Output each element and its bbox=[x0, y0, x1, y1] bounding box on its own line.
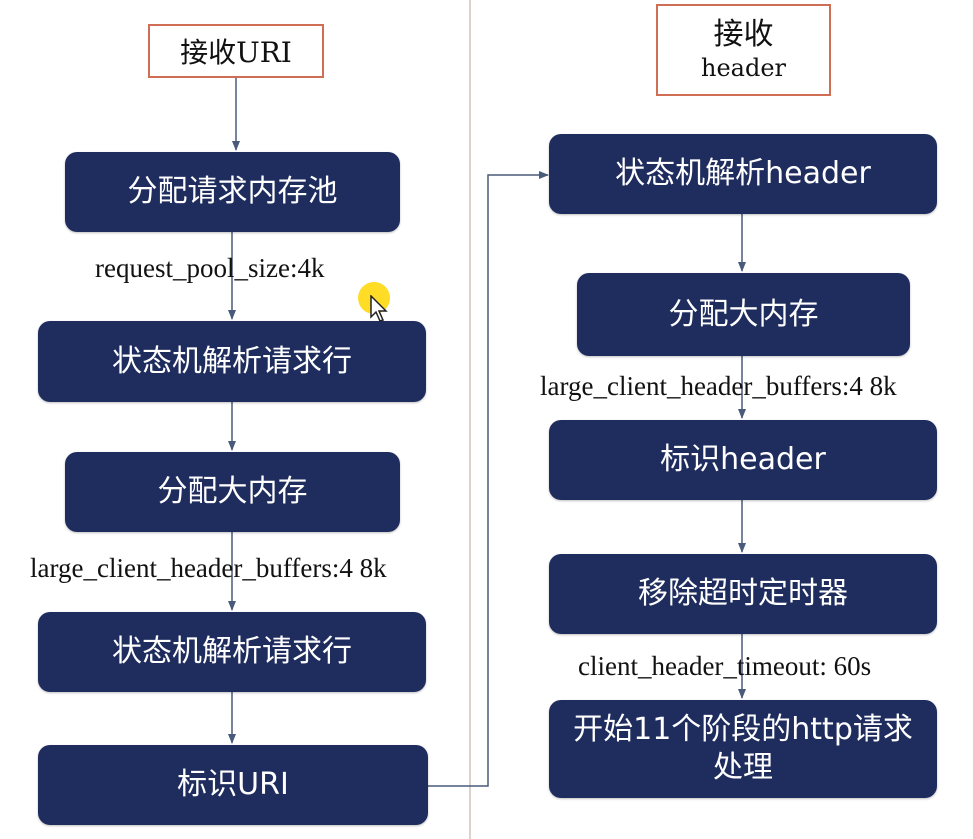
node-allocate-large-memory-left: 分配大内存 bbox=[65, 452, 400, 532]
note-client-header-timeout: client_header_timeout: 60s bbox=[578, 651, 872, 681]
node-remove-timeout-timer-label: 移除超时定时器 bbox=[638, 576, 848, 611]
node-allocate-request-pool: 分配请求内存池 bbox=[65, 152, 400, 232]
node-parse-header: 状态机解析header bbox=[549, 134, 937, 214]
node-allocate-large-memory-right: 分配大内存 bbox=[577, 273, 910, 356]
node-mark-uri-label: 标识URI bbox=[177, 767, 289, 802]
node-parse-header-label: 状态机解析header bbox=[615, 156, 871, 191]
node-parse-request-line-1: 状态机解析请求行 bbox=[38, 321, 426, 402]
node-parse-request-line-1-label: 状态机解析请求行 bbox=[112, 343, 352, 379]
receive-header-header: 接收 header bbox=[656, 4, 831, 96]
node-start-http-phases-label: 开始11个阶段的http请求处理 bbox=[573, 712, 913, 785]
node-parse-request-line-2: 状态机解析请求行 bbox=[38, 612, 426, 692]
node-start-http-phases: 开始11个阶段的http请求处理 bbox=[549, 700, 937, 798]
node-parse-request-line-2-label: 状态机解析请求行 bbox=[112, 634, 352, 669]
mouse-pointer-icon bbox=[370, 295, 388, 322]
node-remove-timeout-timer: 移除超时定时器 bbox=[549, 554, 937, 634]
receive-header-line2: header bbox=[700, 54, 786, 82]
receive-header-line1: 接收 bbox=[713, 17, 774, 52]
node-allocate-request-pool-label: 分配请求内存池 bbox=[127, 174, 338, 209]
node-allocate-large-memory-right-label: 分配大内存 bbox=[668, 296, 819, 332]
node-mark-uri: 标识URI bbox=[38, 745, 428, 825]
note-large-client-header-buffers-left: large_client_header_buffers:4 8k bbox=[30, 553, 387, 583]
node-mark-header-label: 标识header bbox=[660, 442, 826, 477]
note-large-client-header-buffers-right: large_client_header_buffers:4 8k bbox=[540, 371, 897, 401]
note-request-pool-size: request_pool_size:4k bbox=[95, 253, 325, 283]
receive-uri-header-label: 接收URI bbox=[180, 36, 292, 69]
node-allocate-large-memory-left-label: 分配大内存 bbox=[157, 474, 308, 509]
arrow-cross bbox=[428, 171, 549, 787]
receive-uri-header: 接收URI bbox=[148, 24, 324, 78]
node-mark-header: 标识header bbox=[549, 420, 937, 500]
